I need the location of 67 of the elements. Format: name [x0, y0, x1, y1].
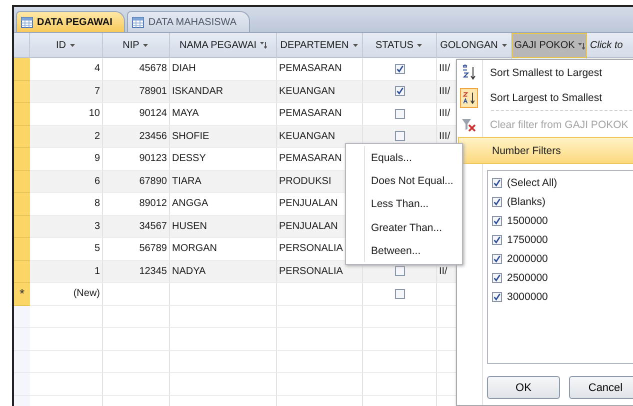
menu-item[interactable]: Number Filters	[458, 137, 633, 164]
table-cell: 3	[30, 216, 103, 238]
table-cell: 6	[30, 170, 103, 193]
checkbox[interactable]	[492, 234, 502, 244]
table-cell	[103, 283, 170, 306]
table-cell	[103, 306, 170, 328]
table-cell: 1	[30, 260, 103, 283]
table-cell	[103, 373, 170, 396]
dropdown-icon[interactable]	[500, 41, 508, 49]
table-cell: HUSEN	[170, 216, 277, 238]
tab[interactable]: DATA PEGAWAI	[16, 11, 126, 32]
value-label: 1750000	[507, 234, 548, 246]
checkbox[interactable]	[492, 254, 502, 264]
value-label: 1500000	[507, 214, 548, 226]
column-header[interactable]: GAJI POKOK	[512, 33, 587, 58]
checkbox[interactable]	[394, 288, 404, 299]
checkbox[interactable]	[394, 131, 404, 142]
column-header[interactable]: STATUS	[363, 33, 437, 58]
table-cell: 78901	[103, 80, 170, 103]
table-cell: 7	[30, 80, 103, 103]
filter-icon[interactable]	[260, 41, 267, 49]
table-cell: 12345	[103, 260, 170, 283]
tab[interactable]: DATA MAHASISWA	[127, 11, 250, 32]
checkbox[interactable]	[492, 196, 502, 206]
table-cell: NADYA	[170, 260, 277, 283]
column-header[interactable]: NAMA PEGAWAI	[170, 33, 277, 58]
table-cell: KEUANGAN	[277, 126, 363, 148]
value-label: (Select All)	[507, 176, 558, 188]
table-cell: (New)	[30, 283, 103, 306]
add-column-header[interactable]: Click to	[587, 33, 633, 58]
checkbox[interactable]	[394, 108, 404, 119]
new-record-marker: *	[19, 286, 25, 302]
dropdown-icon[interactable]	[416, 41, 424, 49]
table-cell	[103, 350, 170, 373]
table-cell: TIARA	[170, 170, 277, 193]
checkbox[interactable]	[394, 64, 404, 74]
column-header[interactable]: DEPARTEMEN	[277, 33, 363, 58]
table-cell: 2	[30, 126, 103, 148]
checkbox[interactable]	[492, 272, 502, 282]
dropdown-icon[interactable]	[142, 41, 150, 49]
table-cell: KEUANGAN	[277, 80, 363, 103]
table-cell: 34567	[103, 216, 170, 238]
column-header[interactable]: GOLONGAN	[437, 33, 512, 58]
table-icon	[132, 16, 144, 28]
table-cell: 23456	[103, 126, 170, 148]
checkbox[interactable]	[492, 178, 502, 188]
value-label: (Blanks)	[507, 196, 546, 208]
table-cell: 67890	[103, 170, 170, 193]
dialog-button[interactable]: OK	[487, 376, 560, 399]
dropdown-icon[interactable]	[352, 41, 359, 49]
menu-item[interactable]: Sort Largest to Smallest	[457, 85, 633, 110]
table-cell: SHOFIE	[170, 126, 277, 148]
checkbox[interactable]	[394, 266, 404, 276]
column-header[interactable]: NIP	[103, 33, 170, 58]
dialog-button[interactable]: Cancel	[569, 376, 633, 399]
table-cell: PERSONALIA	[277, 260, 363, 283]
checkbox[interactable]	[394, 86, 404, 96]
select-all-corner[interactable]	[14, 33, 30, 58]
table-icon	[21, 16, 33, 28]
filter-icon[interactable]	[578, 42, 585, 50]
table-cell: ISKANDAR	[170, 80, 277, 103]
table-cell	[103, 328, 170, 350]
value-label: 3000000	[507, 290, 548, 302]
checkbox[interactable]	[492, 216, 502, 226]
dropdown-icon[interactable]	[69, 41, 76, 49]
column-header[interactable]: ID	[30, 33, 103, 58]
checkbox[interactable]	[492, 292, 502, 302]
